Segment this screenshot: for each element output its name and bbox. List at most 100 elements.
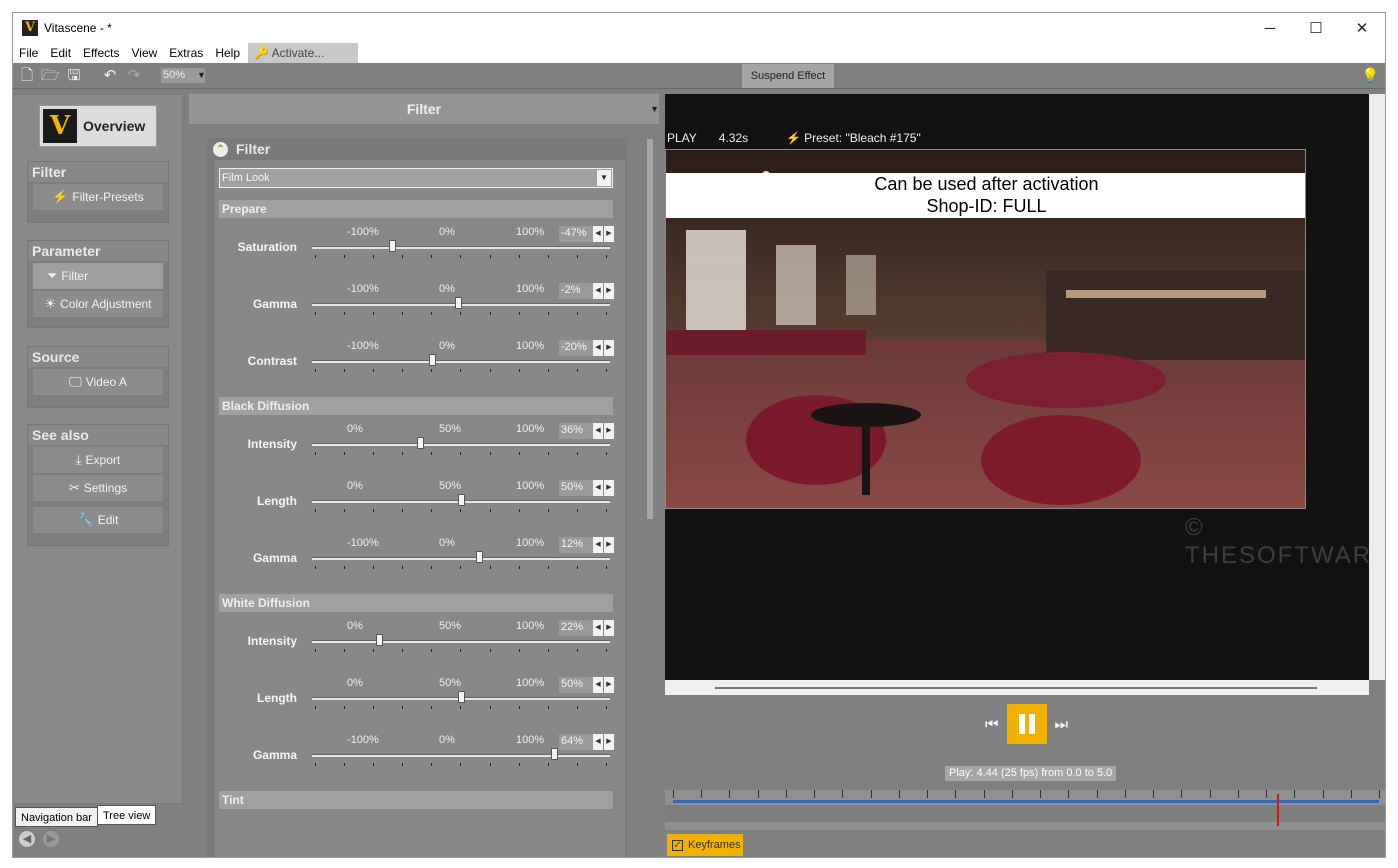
- slider-thumb[interactable]: [458, 494, 465, 506]
- new-file-icon[interactable]: 🗋: [18, 67, 36, 85]
- maximize-button[interactable]: ☐: [1293, 13, 1339, 43]
- slider-track[interactable]: [312, 246, 610, 249]
- lightbulb-icon[interactable]: 💡: [1362, 67, 1379, 84]
- back-icon[interactable]: ◀: [19, 831, 35, 847]
- parameter-label: Intensity: [247, 437, 297, 451]
- open-folder-icon[interactable]: 🗁: [41, 67, 60, 85]
- nav-item-label: Color Adjustment: [60, 297, 152, 311]
- increment-arrow-icon[interactable]: ▶: [604, 283, 614, 299]
- keyframes-checkbox[interactable]: ✓: [672, 839, 683, 851]
- slider-thumb[interactable]: [376, 634, 384, 646]
- nav-item-color-adjustment[interactable]: ☀ Color Adjustment: [33, 291, 163, 317]
- parameter-value[interactable]: 22%: [559, 620, 593, 636]
- save-icon[interactable]: 🖫: [65, 67, 83, 85]
- notice-line-2: Shop-ID: FULL: [926, 196, 1047, 216]
- parameter-value[interactable]: 12%: [559, 537, 593, 553]
- menu-edit[interactable]: Edit: [44, 43, 77, 63]
- overview-button[interactable]: V Overview: [39, 105, 157, 147]
- redo-icon[interactable]: ↷: [125, 67, 143, 85]
- nav-history-buttons: ◀ ▶: [19, 831, 59, 847]
- decrement-arrow-icon[interactable]: ◀: [593, 620, 603, 636]
- nav-item-video-a[interactable]: 🖵 Video A: [33, 369, 163, 395]
- parameter-value[interactable]: 50%: [559, 677, 593, 693]
- close-button[interactable]: ✕: [1339, 13, 1385, 43]
- slider-thumb[interactable]: [455, 297, 463, 309]
- increment-arrow-icon[interactable]: ▶: [604, 677, 614, 693]
- parameter-value[interactable]: 36%: [559, 423, 593, 439]
- slider-track[interactable]: [312, 360, 610, 363]
- forward-icon[interactable]: ▶: [43, 831, 59, 847]
- chevron-down-icon[interactable]: ▼: [597, 170, 611, 186]
- collapse-icon[interactable]: ⌃: [213, 141, 228, 157]
- timeline-playhead[interactable]: [1276, 794, 1279, 826]
- activate-menu-item[interactable]: 🔑 Activate...: [248, 43, 359, 63]
- decrement-arrow-icon[interactable]: ◀: [593, 734, 603, 750]
- undo-icon[interactable]: ↶: [101, 67, 119, 85]
- menu-effects[interactable]: Effects: [77, 43, 125, 63]
- tick-label-max: 100%: [516, 620, 545, 632]
- filter-preset-select[interactable]: Film Look ▼: [219, 168, 613, 188]
- tab-tree-view[interactable]: Tree view: [97, 805, 157, 825]
- parameter-value[interactable]: -47%: [559, 226, 593, 242]
- slider-thumb[interactable]: [551, 748, 559, 760]
- slider-thumb[interactable]: [475, 551, 483, 563]
- nav-item-settings[interactable]: ✂ Settings: [33, 475, 163, 501]
- nav-item-edit[interactable]: 🔧 Edit: [33, 507, 163, 533]
- menu-file[interactable]: File: [13, 43, 44, 63]
- skip-back-icon[interactable]: ⏮: [985, 716, 999, 733]
- increment-arrow-icon[interactable]: ▶: [604, 226, 614, 242]
- preview-vertical-scrollbar[interactable]: [1369, 94, 1385, 680]
- menu-help[interactable]: Help: [209, 43, 246, 63]
- filter-panel-scrollbar[interactable]: [647, 139, 653, 519]
- timeline[interactable]: [665, 790, 1385, 830]
- increment-arrow-icon[interactable]: ▶: [604, 537, 614, 553]
- increment-arrow-icon[interactable]: ▶: [604, 620, 614, 636]
- nav-item-label: Filter-Presets: [72, 190, 144, 204]
- decrement-arrow-icon[interactable]: ◀: [593, 677, 603, 693]
- slider-thumb[interactable]: [417, 437, 425, 449]
- tab-navigation-bar[interactable]: Navigation bar: [15, 807, 98, 827]
- keyframes-toggle[interactable]: ✓ Keyframes: [667, 834, 743, 856]
- slider-track[interactable]: [312, 754, 610, 757]
- increment-arrow-icon[interactable]: ▶: [604, 734, 614, 750]
- nav-item-filter[interactable]: ⏷ Filter: [33, 263, 163, 289]
- increment-arrow-icon[interactable]: ▶: [604, 423, 614, 439]
- minimize-button[interactable]: ─: [1247, 13, 1293, 43]
- menu-extras[interactable]: Extras: [163, 43, 209, 63]
- slider-thumb[interactable]: [458, 691, 465, 703]
- slider-track[interactable]: [312, 557, 610, 560]
- slider-thumb[interactable]: [428, 354, 436, 366]
- slider-track[interactable]: [312, 640, 610, 643]
- decrement-arrow-icon[interactable]: ◀: [593, 283, 603, 299]
- scrollbar-thumb[interactable]: [715, 687, 1317, 689]
- preview-horizontal-scrollbar[interactable]: [665, 680, 1369, 695]
- decrement-arrow-icon[interactable]: ◀: [593, 537, 603, 553]
- nav-item-export[interactable]: ⤓ Export: [33, 447, 163, 473]
- decrement-arrow-icon[interactable]: ◀: [593, 423, 603, 439]
- parameter-row: Gamma -100% 0% 100% 12% ◀ ▶: [219, 537, 614, 594]
- parameter-value[interactable]: -2%: [559, 283, 593, 299]
- increment-arrow-icon[interactable]: ▶: [604, 340, 614, 356]
- parameter-value[interactable]: 50%: [559, 480, 593, 496]
- decrement-arrow-icon[interactable]: ◀: [593, 480, 603, 496]
- parameter-value[interactable]: 64%: [559, 734, 593, 750]
- decrement-arrow-icon[interactable]: ◀: [593, 226, 603, 242]
- increment-arrow-icon[interactable]: ▶: [604, 480, 614, 496]
- nav-item-filter-presets[interactable]: ⚡ Filter-Presets: [33, 184, 163, 210]
- nav-group-source: Source 🖵 Video A: [27, 346, 169, 408]
- filter-group-header[interactable]: ⌃ Filter: [207, 138, 627, 160]
- parameter-value[interactable]: -20%: [559, 340, 593, 356]
- suspend-effect-button[interactable]: Suspend Effect: [742, 64, 834, 88]
- decrement-arrow-icon[interactable]: ◀: [593, 340, 603, 356]
- chevron-down-icon[interactable]: ▼: [650, 104, 659, 114]
- chevron-down-icon[interactable]: ▼: [197, 67, 206, 83]
- timeline-tick: [673, 790, 674, 798]
- preview-panel: PLAY 4.32s ⚡ Preset: "Bleach #175" Can b…: [665, 94, 1385, 857]
- slider-thumb[interactable]: [389, 240, 397, 252]
- slider-ticks: [315, 706, 607, 710]
- nav-group-title: Source: [28, 347, 168, 367]
- menu-view[interactable]: View: [126, 43, 164, 63]
- skip-forward-icon[interactable]: ⏭: [1055, 716, 1069, 733]
- pause-button[interactable]: [1006, 704, 1047, 744]
- slider-track[interactable]: [312, 443, 610, 446]
